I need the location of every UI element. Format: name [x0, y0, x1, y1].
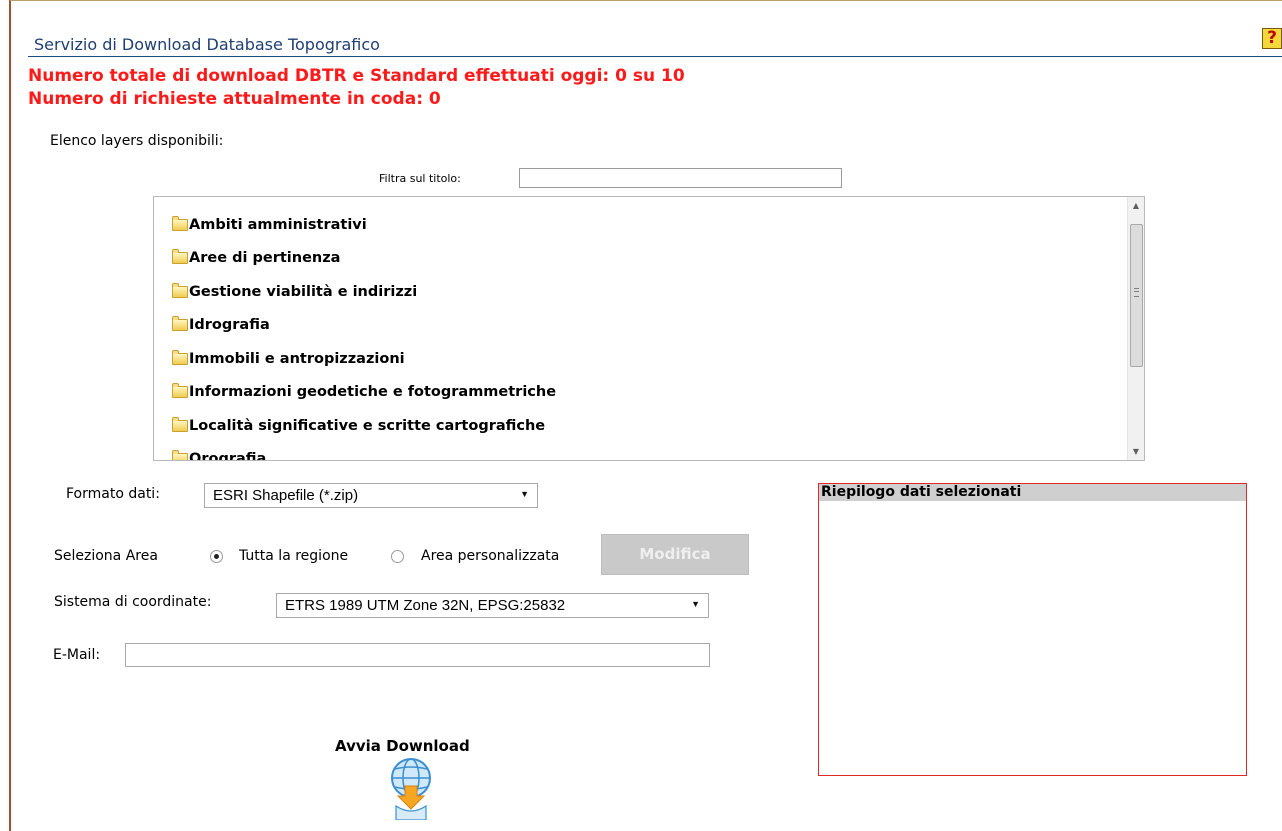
chevron-down-icon: ▼	[520, 489, 529, 499]
email-field[interactable]	[125, 643, 710, 667]
crs-label: Sistema di coordinate:	[54, 594, 212, 610]
modify-button[interactable]: Modifica	[601, 534, 749, 575]
folder-icon	[172, 283, 188, 298]
crs-select[interactable]: ETRS 1989 UTM Zone 32N, EPSG:25832 ▼	[276, 593, 709, 618]
filter-input[interactable]	[519, 168, 842, 188]
folder-icon	[172, 417, 188, 432]
scrollbar-thumb[interactable]	[1130, 224, 1143, 367]
tree-item-aree-di-pertinenza[interactable]: Aree di pertinenza	[172, 247, 340, 269]
area-radio-custom-label[interactable]: Area personalizzata	[421, 548, 559, 564]
queue-count-text: Numero di richieste attualmente in coda:…	[28, 89, 441, 109]
help-icon[interactable]: ?	[1262, 28, 1282, 49]
tree-item-label: Gestione viabilità e indirizzi	[189, 284, 418, 300]
tree-item-label: Immobili e antropizzazioni	[189, 351, 405, 367]
area-radio-all-label[interactable]: Tutta la regione	[239, 548, 348, 564]
tree-item-localita-significative[interactable]: Località significative e scritte cartogr…	[172, 415, 545, 437]
tree-item-gestione-viabilita[interactable]: Gestione viabilità e indirizzi	[172, 281, 417, 303]
area-label: Seleziona Area	[54, 548, 158, 564]
layers-heading: Elenco layers disponibili:	[50, 133, 224, 149]
format-select[interactable]: ESRI Shapefile (*.zip) ▼	[204, 483, 538, 508]
tree-item-label: Aree di pertinenza	[189, 250, 341, 266]
format-select-value: ESRI Shapefile (*.zip)	[213, 487, 359, 504]
folder-icon	[172, 383, 188, 398]
tree-item-informazioni-geodetiche[interactable]: Informazioni geodetiche e fotogrammetric…	[172, 381, 556, 403]
tree-item-ambiti-amministrativi[interactable]: Ambiti amministrativi	[172, 214, 367, 236]
folder-icon	[172, 316, 188, 331]
filter-label: Filtra sul titolo:	[379, 172, 461, 185]
tree-item-label: Informazioni geodetiche e fotogrammetric…	[189, 384, 557, 400]
scroll-down-arrow-icon[interactable]: ▼	[1128, 443, 1144, 460]
scroll-up-arrow-icon[interactable]: ▲	[1128, 197, 1144, 214]
tree-item-label: Ambiti amministrativi	[189, 217, 367, 233]
folder-icon	[172, 350, 188, 365]
tree-scrollbar[interactable]: ▲ ▼	[1127, 197, 1144, 460]
format-label: Formato dati:	[66, 486, 160, 502]
tree-item-label: Località significative e scritte cartogr…	[189, 418, 546, 434]
email-label: E-Mail:	[53, 647, 101, 663]
folder-icon	[172, 216, 188, 231]
tree-item-immobili[interactable]: Immobili e antropizzazioni	[172, 348, 405, 370]
folder-icon	[172, 450, 188, 460]
downloads-count-text: Numero totale di download DBTR e Standar…	[28, 66, 685, 86]
page-title: Servizio di Download Database Topografic…	[34, 35, 380, 54]
summary-panel: Riepilogo dati selezionati	[818, 483, 1247, 776]
tree-item-label: Orografia	[189, 451, 267, 461]
tree-item-label: Idrografia	[189, 317, 270, 333]
layers-tree[interactable]: Ambiti amministrativi Aree di pertinenza…	[153, 196, 1145, 461]
title-divider	[28, 56, 1282, 57]
download-button[interactable]	[386, 756, 436, 821]
scrollbar-grip-icon	[1134, 288, 1139, 297]
area-radio-custom[interactable]	[391, 550, 404, 563]
folder-icon	[172, 249, 188, 264]
area-radio-all[interactable]	[210, 550, 223, 563]
summary-title: Riepilogo dati selezionati	[819, 484, 1246, 501]
globe-download-icon	[391, 758, 431, 821]
download-label: Avvia Download	[335, 737, 470, 755]
tree-item-orografia[interactable]: Orografia	[172, 448, 267, 461]
crs-select-value: ETRS 1989 UTM Zone 32N, EPSG:25832	[285, 597, 566, 614]
tree-item-idrografia[interactable]: Idrografia	[172, 314, 270, 336]
chevron-down-icon: ▼	[691, 599, 700, 609]
